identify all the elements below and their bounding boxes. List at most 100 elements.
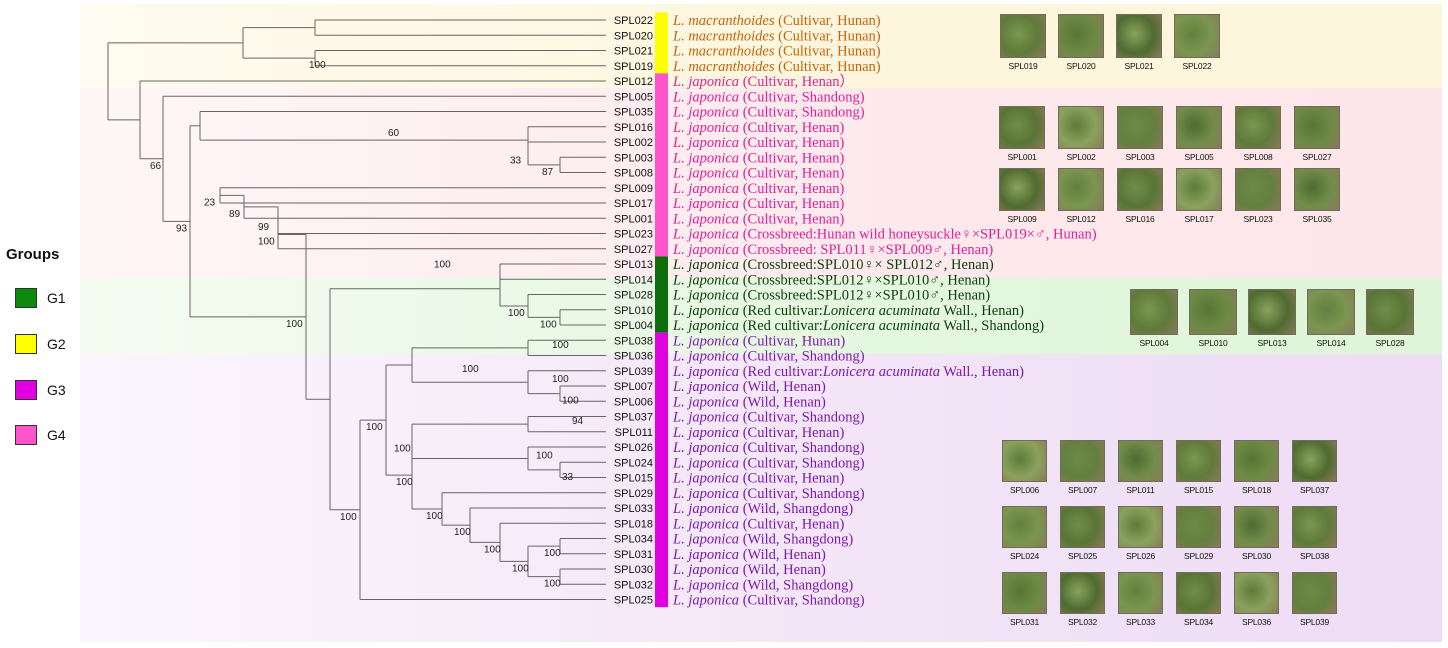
plant-photo: SPL023 — [1235, 168, 1281, 224]
tip-label: L. japonica (Cultivar, Henan） — [672, 73, 854, 90]
bootstrap-support-label: 33 — [510, 155, 522, 166]
tip-label: L. japonica (Red cultivar:Lonicera acumi… — [672, 364, 1024, 380]
species-name: L. japonica — [672, 486, 739, 502]
plant-photo: SPL021 — [1116, 14, 1162, 71]
plant-photo: SPL015 — [1176, 440, 1221, 495]
bootstrap-support-label: 93 — [176, 223, 188, 234]
species-name: L. japonica — [672, 333, 739, 349]
plant-photo: SPL020 — [1058, 14, 1104, 71]
tip-id: SPL024 — [614, 457, 653, 469]
plant-photo-image — [1292, 572, 1337, 614]
tip-id: SPL018 — [614, 518, 653, 530]
plant-photo: SPL008 — [1235, 106, 1281, 162]
species-name: L. japonica — [672, 211, 739, 227]
plant-photo: SPL010 — [1189, 289, 1237, 348]
tip-id: SPL006 — [614, 396, 653, 408]
bootstrap-support-label: 100 — [484, 544, 501, 555]
sample-detail: (Cultivar, Henan) — [739, 516, 844, 532]
tip-label: L. japonica (Cultivar, Shandong) — [672, 455, 865, 471]
tip-label: L. japonica (Cultivar, Shandong) — [672, 486, 865, 502]
tip-id: SPL038 — [614, 335, 653, 347]
bootstrap-support-label: 23 — [204, 197, 216, 208]
tip-id: SPL035 — [614, 107, 653, 119]
plant-photo-image — [1294, 106, 1340, 149]
species-name: L. japonica — [672, 425, 739, 441]
tip-id: SPL017 — [614, 198, 653, 210]
sample-detail: (Crossbreed:SPL010♀× SPL012♂, Henan) — [739, 257, 994, 273]
bootstrap-support-label: 33 — [562, 472, 574, 483]
plant-photo: SPL016 — [1117, 168, 1163, 224]
sample-detail-tail: Wall., Henan) — [940, 303, 1024, 319]
plant-photo-label: SPL003 — [1125, 152, 1155, 162]
plant-photo: SPL013 — [1248, 289, 1296, 348]
species-name: L. japonica — [672, 196, 739, 212]
species-name: L. japonica — [672, 135, 739, 151]
plant-photo-label: SPL016 — [1125, 214, 1155, 224]
bootstrap-support-label: 100 — [434, 260, 451, 271]
plant-photo-image — [1307, 289, 1355, 335]
tip-label: L. japonica (Cultivar, Shandong) — [672, 89, 865, 105]
tip-label: L. macranthoides (Cultivar, Hunan) — [672, 13, 881, 29]
tip-label: L. japonica (Cultivar, Henan) — [672, 196, 845, 212]
species-name: L. japonica — [672, 257, 739, 273]
sample-detail: (Wild, Henan) — [739, 379, 826, 395]
bootstrap-support-label: 94 — [572, 416, 584, 427]
plant-photo-image — [1235, 168, 1281, 211]
tip-id: SPL010 — [614, 305, 653, 317]
plant-photo-image — [1234, 572, 1279, 614]
tip-label: L. macranthoides (Cultivar, Hunan) — [672, 28, 881, 44]
sample-detail: (Cultivar, Shandong) — [739, 89, 865, 105]
plant-photo-label: SPL029 — [1183, 551, 1214, 561]
bootstrap-support-label: 89 — [229, 209, 241, 220]
legend-label-g2: G2 — [47, 336, 66, 352]
bootstrap-support-label: 100 — [562, 396, 579, 407]
cultivar-species: Lonicera acuminata — [822, 303, 940, 319]
bootstrap-support-label: 100 — [340, 512, 357, 523]
plant-photo: SPL007 — [1060, 440, 1105, 495]
tip-id: SPL004 — [614, 320, 653, 332]
bootstrap-support-label: 100 — [394, 443, 411, 454]
plant-photo-label: SPL008 — [1243, 152, 1273, 162]
plant-photo-label: SPL037 — [1299, 485, 1330, 495]
plant-photo-image — [1176, 440, 1221, 482]
plant-photo-image — [1366, 289, 1414, 335]
tip-label: L. japonica (Cultivar, Henan) — [672, 516, 845, 532]
tip-label: L. japonica (Red cultivar:Lonicera acumi… — [672, 318, 1044, 334]
legend-swatch-g3 — [15, 380, 37, 400]
plant-photo-label: SPL034 — [1183, 617, 1214, 627]
bootstrap-support-label: 100 — [426, 511, 443, 522]
plant-photo-image — [1058, 106, 1104, 149]
tip-id: SPL031 — [614, 549, 653, 561]
species-name: L. japonica — [672, 181, 739, 197]
tip-id: SPL033 — [614, 503, 653, 515]
species-name: L. japonica — [672, 74, 739, 90]
plant-photo: SPL025 — [1060, 506, 1105, 561]
plant-photo-image — [1176, 106, 1222, 149]
bootstrap-support-label: 100 — [309, 60, 326, 71]
sample-detail: (Cultivar, Shandong) — [739, 410, 865, 426]
species-name: L. japonica — [672, 471, 739, 487]
sample-detail: (Cultivar, Henan) — [739, 425, 844, 441]
tip-label: L. japonica (Crossbreed:Hunan wild honey… — [672, 227, 1097, 243]
plant-photo-label: SPL023 — [1243, 214, 1273, 224]
sample-detail: (Wild, Shangdong) — [739, 501, 853, 517]
plant-photo-label: SPL013 — [1257, 338, 1287, 348]
bootstrap-support-label: 100 — [536, 450, 553, 461]
plant-photo: SPL009 — [999, 168, 1045, 224]
plant-photo-label: SPL039 — [1299, 617, 1330, 627]
species-name: L. japonica — [672, 394, 739, 410]
tip-id: SPL026 — [614, 442, 653, 454]
sample-detail-tail: Wall., Shandong) — [940, 318, 1044, 334]
tip-id: SPL014 — [614, 274, 653, 286]
plant-photo: SPL012 — [1058, 168, 1104, 224]
plant-photo-image — [999, 168, 1045, 211]
sample-detail: (Crossbreed:Hunan wild honeysuckle♀×SPL0… — [739, 227, 1097, 243]
support-values: 100 66 60 93 33 87 23 89 99 100 100 100 100 100 100 100… — [150, 60, 584, 590]
plant-photo: SPL039 — [1292, 572, 1337, 627]
legend-swatch-g1 — [15, 288, 37, 308]
plant-photo-label: SPL036 — [1241, 617, 1272, 627]
plant-photo-label: SPL012 — [1066, 214, 1096, 224]
plant-photo-label: SPL022 — [1182, 61, 1212, 71]
tip-label: L. japonica (Cultivar, Henan) — [672, 150, 845, 166]
plant-photo-image — [1248, 289, 1296, 335]
